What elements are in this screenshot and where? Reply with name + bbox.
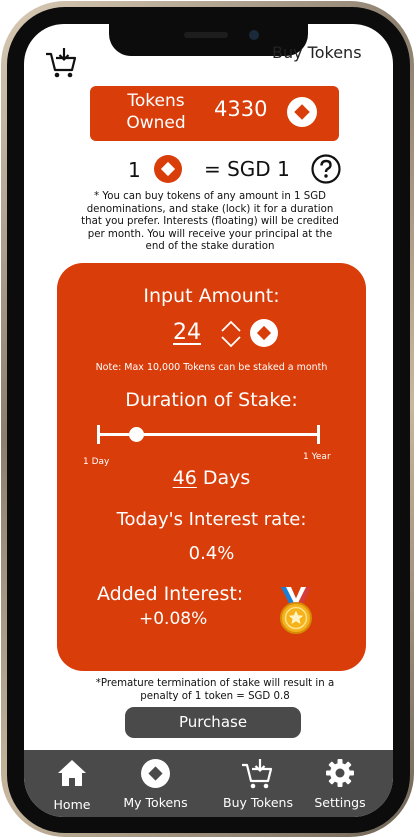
token-coin-icon xyxy=(249,318,279,352)
slider-min-cap xyxy=(97,425,100,444)
slider-max-label: 1 Year xyxy=(303,452,331,462)
tab-label: Settings xyxy=(314,795,366,810)
days-value[interactable]: 46 xyxy=(173,467,197,489)
input-amount-label: Input Amount: xyxy=(143,285,280,307)
tab-my-tokens[interactable]: My Tokens xyxy=(114,750,197,817)
interest-rate-value: 0.4% xyxy=(188,543,235,564)
duration-label: Duration of Stake: xyxy=(125,389,298,411)
page-title: Buy Tokens xyxy=(272,43,362,62)
tab-settings[interactable]: Settings xyxy=(309,750,371,817)
tokens-owned-card: Tokens Owned 4330 xyxy=(90,86,339,141)
question-icon[interactable] xyxy=(311,154,341,188)
disclaimer-text: * You can buy tokens of any amount in 1 … xyxy=(81,191,339,252)
purchase-button[interactable]: Purchase xyxy=(125,707,301,738)
token-coin-icon xyxy=(153,154,183,188)
home-icon xyxy=(56,758,88,792)
days-unit: Days xyxy=(202,467,251,489)
max-stake-note: Note: Max 10,000 Tokens can be staked a … xyxy=(95,362,328,373)
tokens-owned-label: Tokens Owned xyxy=(126,91,186,133)
added-interest-label: Added Interest: xyxy=(97,583,244,605)
duration-slider[interactable] xyxy=(97,423,320,447)
rate-equals: = SGD 1 xyxy=(204,157,290,181)
cart-download-icon xyxy=(240,758,274,794)
tab-buy-tokens[interactable]: Buy Tokens xyxy=(214,750,302,817)
interest-rate-label: Today's Interest rate: xyxy=(116,509,307,530)
stepper-arrows-icon[interactable] xyxy=(220,320,242,352)
slider-max-cap xyxy=(317,425,320,444)
tokens-owned-value: 4330 xyxy=(214,97,268,121)
speaker xyxy=(184,32,228,38)
duration-days: 46 Days xyxy=(57,467,366,489)
amount-input[interactable]: 24 xyxy=(173,320,201,345)
bottom-tab-bar: Home My Tokens Buy Tokens Settings xyxy=(24,750,393,817)
tab-label: Buy Tokens xyxy=(223,795,293,810)
gear-icon xyxy=(325,758,355,792)
token-rate-row: 1 = SGD 1 xyxy=(125,154,345,184)
tab-home[interactable]: Home xyxy=(40,750,104,817)
stake-card: Input Amount: 24 Note: Max 10,000 Tokens… xyxy=(57,263,366,671)
camera xyxy=(249,30,259,40)
premature-termination-note: *Premature termination of stake will res… xyxy=(95,678,335,702)
slider-handle[interactable] xyxy=(128,427,144,442)
token-coin-icon xyxy=(286,96,318,132)
tab-label: Home xyxy=(53,797,91,812)
token-coin-icon xyxy=(140,758,171,793)
rate-qty: 1 xyxy=(128,158,141,182)
amount-input-row: 24 xyxy=(173,318,293,348)
slider-min-label: 1 Day xyxy=(83,457,110,467)
cart-download-icon[interactable] xyxy=(44,47,78,83)
added-interest-value: +0.08% xyxy=(139,609,208,629)
tab-label: My Tokens xyxy=(123,795,188,810)
medal-icon xyxy=(277,585,315,641)
